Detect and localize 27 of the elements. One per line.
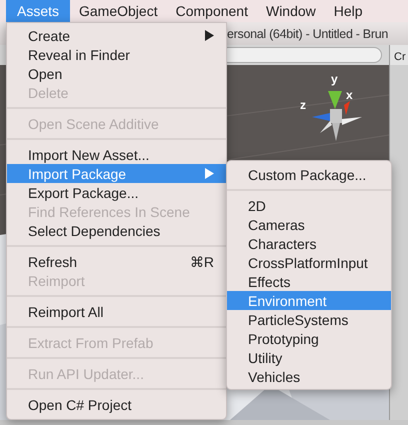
menu-item[interactable]: ParticleSystems: [227, 310, 391, 329]
menu-item[interactable]: Open: [7, 64, 226, 83]
menu-item[interactable]: Select Dependencies: [7, 221, 226, 240]
menu-item[interactable]: CrossPlatformInput: [227, 253, 391, 272]
menu-item[interactable]: 2D: [227, 196, 391, 215]
menu-bar-item[interactable]: GameObject: [70, 0, 167, 22]
menu-item[interactable]: Export Package...: [7, 183, 226, 202]
menu-item[interactable]: Effects: [227, 272, 391, 291]
menu-bar-item[interactable]: Help: [324, 0, 372, 22]
axis-label: y: [331, 73, 338, 85]
menu-item[interactable]: Reimport All: [7, 302, 226, 321]
axis-label: x: [346, 89, 353, 101]
axis-label: z: [300, 99, 306, 111]
menu-item[interactable]: Vehicles: [227, 367, 391, 386]
menu-item[interactable]: Open C# Project: [7, 395, 226, 414]
menu-item[interactable]: Refresh ⌘R: [7, 252, 226, 271]
menu-bar-item[interactable]: Window: [256, 0, 325, 22]
menu-item[interactable]: Utility: [227, 348, 391, 367]
menu-item[interactable]: Import New Asset...: [7, 145, 226, 164]
menu-item[interactable]: Custom Package...: [227, 165, 391, 184]
menu-item[interactable]: Reveal in Finder: [7, 45, 226, 64]
menu-item[interactable]: Prototyping: [227, 329, 391, 348]
panel-tab[interactable]: Cr: [390, 45, 408, 65]
menu-bar-item[interactable]: Component: [166, 0, 257, 22]
menu-item[interactable]: Characters: [227, 234, 391, 253]
menu-item[interactable]: Cameras: [227, 215, 391, 234]
menu-item[interactable]: Create: [7, 26, 226, 45]
